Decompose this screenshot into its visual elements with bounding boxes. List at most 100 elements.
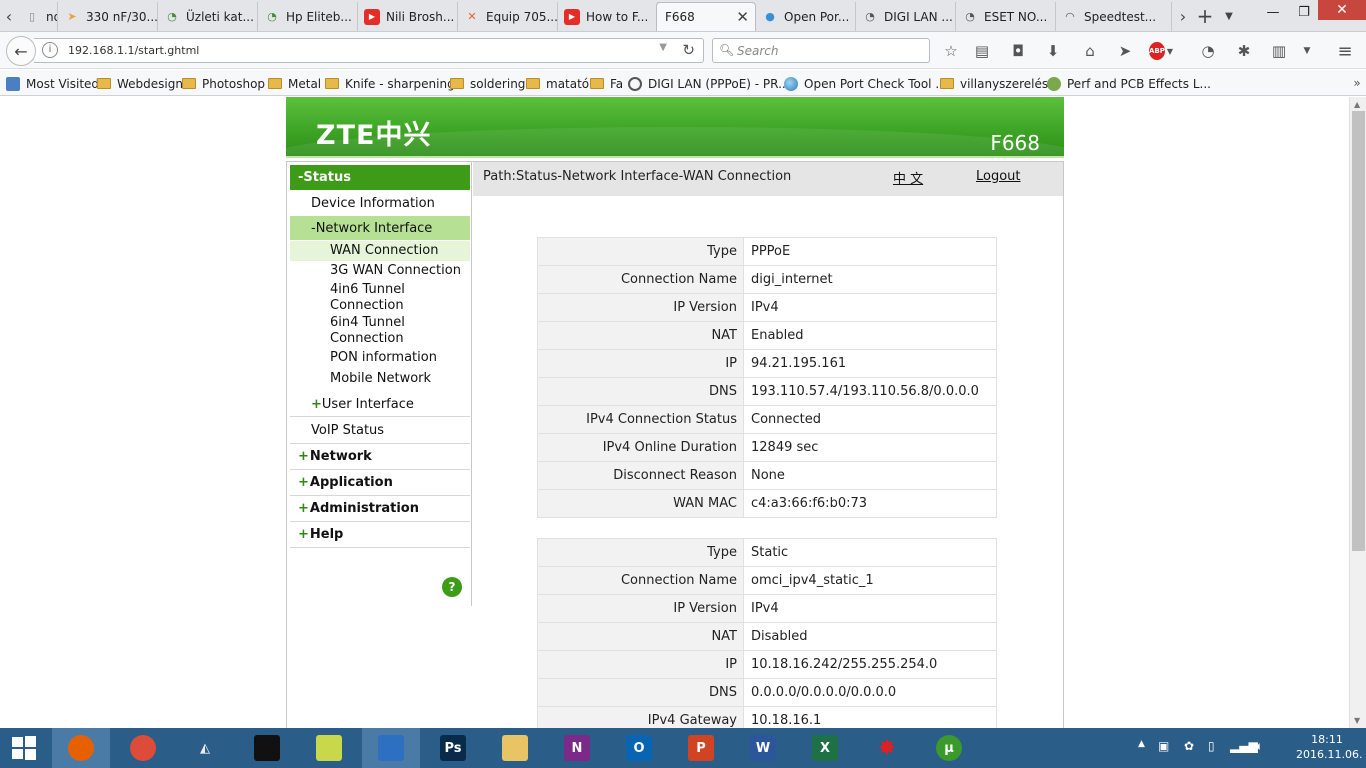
taskbar-app-splatter[interactable]: ✸: [858, 728, 916, 768]
tab-0[interactable]: ▯ nd ...: [18, 2, 58, 31]
taskbar-app-notepad[interactable]: [300, 728, 358, 768]
url-bar[interactable]: i 192.168.1.1/start.ghtml ▼ ↻: [34, 38, 704, 63]
close-circle-icon: ✕: [467, 10, 477, 23]
menu-network[interactable]: + Network: [290, 444, 470, 470]
tab-7[interactable]: F668 ✕: [656, 2, 756, 31]
bookmark-item[interactable]: Metal: [268, 75, 321, 92]
tab-6[interactable]: ▶ How to F...: [558, 2, 658, 31]
device-icon[interactable]: ▯: [1208, 739, 1215, 753]
clipboard-icon[interactable]: ▥: [1268, 40, 1290, 62]
wifi-signal-icon[interactable]: ▂▄▆: [1230, 739, 1258, 753]
back-button[interactable]: ←: [6, 36, 36, 66]
menu-icon[interactable]: ≡: [1334, 40, 1356, 62]
taskbar-app-excel[interactable]: X: [796, 728, 854, 768]
taskbar-app-firefox[interactable]: [52, 728, 110, 768]
menu-6in4-tunnel[interactable]: 6in4 Tunnel Connection: [290, 315, 470, 347]
show-hidden-icons-icon[interactable]: ▲: [1138, 739, 1145, 749]
bookmark-item[interactable]: Webdesign: [97, 75, 183, 92]
menu-status[interactable]: -Status: [290, 165, 470, 190]
taskbar-app-chrome[interactable]: [114, 728, 172, 768]
url-dropdown-icon[interactable]: ▼: [659, 42, 667, 53]
search-bar[interactable]: 🔍︎ Search: [712, 38, 930, 63]
tab-10[interactable]: ◔ ESET NO...: [956, 2, 1056, 31]
minimize-button[interactable]: —: [1258, 0, 1288, 24]
overflow-dropdown-icon[interactable]: ▼: [1296, 40, 1318, 62]
taskbar-app-floppy[interactable]: [362, 728, 420, 768]
bookmark-item[interactable]: soldering: [450, 75, 525, 92]
taskbar-app-outlook[interactable]: O: [610, 728, 668, 768]
tab-3[interactable]: ◔ Hp Eliteb...: [258, 2, 358, 31]
menu-4in6-tunnel[interactable]: 4in6 Tunnel Connection: [290, 282, 470, 314]
taskbar-app-utorrent[interactable]: µ: [920, 728, 978, 768]
extension-icon[interactable]: ✱: [1233, 40, 1255, 62]
restore-button[interactable]: ❐: [1290, 0, 1318, 24]
home-icon[interactable]: ⌂: [1079, 40, 1101, 62]
downloads-icon[interactable]: ⬇: [1042, 40, 1064, 62]
reload-icon[interactable]: ↻: [682, 41, 695, 59]
menu-help[interactable]: + Help: [290, 522, 470, 548]
tab-2[interactable]: ◔ Üzleti kat...: [158, 2, 258, 31]
menu-administration[interactable]: + Administration: [290, 496, 470, 522]
adblock-icon[interactable]: ABP ▼: [1148, 40, 1173, 62]
bookmark-item[interactable]: Most Visited: [6, 75, 99, 92]
menu-device-information[interactable]: Device Information: [290, 190, 470, 216]
bookmark-star-icon[interactable]: ☆: [940, 40, 962, 62]
new-tab-button[interactable]: +: [1194, 4, 1216, 28]
scroll-down-icon[interactable]: ▼: [1354, 716, 1360, 725]
tab-4[interactable]: ▶ Nili Brosh...: [358, 2, 458, 31]
bookmark-item[interactable]: villanyszerelés: [940, 75, 1048, 92]
taskbar-app-onenote[interactable]: N: [548, 728, 606, 768]
logout-link[interactable]: Logout: [976, 169, 1021, 184]
bookmark-item[interactable]: Fa: [590, 75, 623, 92]
menu-application[interactable]: + Application: [290, 470, 470, 496]
menu-mobile-network[interactable]: Mobile Network: [290, 371, 470, 387]
bookmark-item[interactable]: matató: [526, 75, 589, 92]
url-text[interactable]: 192.168.1.1/start.ghtml: [68, 44, 199, 57]
page-scrollbar[interactable]: ▲ ▼: [1349, 97, 1366, 728]
menu-user-interface[interactable]: + User Interface: [290, 392, 470, 417]
menu-voip-status[interactable]: VoIP Status: [290, 418, 470, 444]
scroll-tabs-right-icon[interactable]: ›: [1172, 5, 1194, 27]
menu-wan-connection[interactable]: WAN Connection: [290, 241, 470, 261]
help-icon[interactable]: ?: [442, 577, 462, 597]
sync-icon[interactable]: ◔: [1197, 40, 1219, 62]
pocket-icon[interactable]: ◘: [1007, 40, 1029, 62]
menu-network-interface[interactable]: -Network Interface: [290, 216, 470, 240]
system-clock[interactable]: 18:11 2016.11.06.: [1296, 732, 1362, 762]
tab-11[interactable]: ◠ Speedtest...: [1056, 2, 1172, 31]
site-info-icon[interactable]: i: [42, 42, 58, 58]
bookmarks-overflow-icon[interactable]: »: [1346, 72, 1366, 94]
network-manager-icon[interactable]: ▣: [1158, 739, 1169, 753]
send-icon[interactable]: ➤: [1114, 40, 1136, 62]
scroll-tabs-left-icon[interactable]: ‹: [0, 5, 18, 27]
tab-1[interactable]: ➤ 330 nF/30...: [58, 2, 158, 31]
list-all-tabs-icon[interactable]: ▼: [1218, 5, 1240, 27]
taskbar-app-terminal[interactable]: [238, 728, 296, 768]
taskbar-app-explorer[interactable]: [486, 728, 544, 768]
close-window-button[interactable]: ✕: [1318, 0, 1366, 20]
bookmark-item[interactable]: Open Port Check Tool ...: [784, 75, 947, 92]
reading-list-icon[interactable]: ▤: [971, 40, 993, 62]
scrollbar-thumb[interactable]: [1352, 111, 1365, 551]
bookmark-item[interactable]: Perf and PCB Effects L...: [1047, 75, 1211, 92]
close-tab-icon[interactable]: ✕: [736, 8, 749, 26]
taskbar-app-word[interactable]: W: [734, 728, 792, 768]
bookmark-item[interactable]: Knife - sharpening: [325, 75, 455, 92]
bookmark-item[interactable]: Photoshop: [182, 75, 265, 92]
bookmark-item[interactable]: DIGI LAN (PPPoE) - PR...: [628, 75, 790, 92]
tab-9[interactable]: ◔ DIGI LAN ...: [856, 2, 956, 31]
field-value: 193.110.57.4/193.110.56.8/0.0.0.0: [743, 377, 997, 406]
volume-icon[interactable]: 🔈︎: [1256, 739, 1263, 754]
scroll-up-icon[interactable]: ▲: [1354, 100, 1360, 109]
menu-3g-wan-connection[interactable]: 3G WAN Connection: [290, 263, 470, 279]
tab-8[interactable]: ● Open Por...: [756, 2, 856, 31]
tray-app-icon[interactable]: ✿: [1184, 739, 1194, 753]
start-button[interactable]: [0, 728, 48, 768]
taskbar-app-powerpoint[interactable]: P: [672, 728, 730, 768]
tab-5[interactable]: ✕ Equip 705...: [458, 2, 558, 31]
chinese-language-link[interactable]: 中 文: [893, 168, 923, 187]
taskbar-app-photoshop[interactable]: Ps: [424, 728, 482, 768]
taskbar-app-alien[interactable]: ◭: [176, 728, 234, 768]
search-input[interactable]: Search: [737, 44, 779, 58]
menu-pon-information[interactable]: PON information: [290, 350, 470, 366]
